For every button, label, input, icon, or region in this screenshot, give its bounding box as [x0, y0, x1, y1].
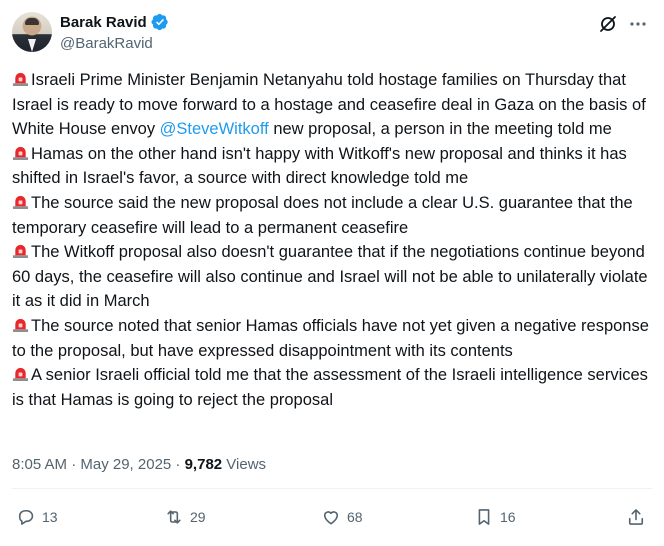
- share-button[interactable]: [626, 505, 646, 529]
- grok-icon[interactable]: [598, 14, 618, 34]
- tweet-paragraph: The source noted that senior Hamas offic…: [12, 314, 652, 363]
- divider: [12, 488, 652, 489]
- tweet-paragraph: A senior Israeli official told me that t…: [12, 363, 652, 412]
- author-name[interactable]: Barak Ravid: [60, 14, 147, 31]
- heart-icon: [323, 511, 339, 525]
- author-handle[interactable]: @BarakRavid: [60, 35, 153, 52]
- siren-icon: [12, 195, 29, 210]
- bookmark-count: 16: [500, 509, 516, 525]
- repost-icon: [167, 510, 181, 524]
- siren-icon: [12, 72, 29, 87]
- like-count: 68: [347, 509, 363, 525]
- tweet-paragraph-text: The source said the new proposal does no…: [12, 193, 633, 237]
- siren-icon: [12, 244, 29, 259]
- tweet-paragraph: The source said the new proposal does no…: [12, 191, 652, 240]
- views-count: 9,782: [184, 456, 223, 473]
- tweet-text: Israeli Prime Minister Benjamin Netanyah…: [12, 68, 652, 412]
- reply-button[interactable]: 13: [16, 505, 58, 529]
- tweet-paragraph-text: A senior Israeli official told me that t…: [12, 366, 648, 409]
- tweet: Barak Ravid @BarakRavid Israeli Prime Mi…: [0, 0, 664, 546]
- tweet-top-actions: [598, 14, 648, 34]
- reply-count: 13: [42, 509, 58, 525]
- more-icon[interactable]: [628, 14, 648, 34]
- author-name-row: Barak Ravid: [60, 12, 169, 32]
- tweet-paragraph: Hamas on the other hand isn't happy with…: [12, 142, 652, 191]
- tweet-paragraph: The Witkoff proposal also doesn't guaran…: [12, 240, 652, 314]
- tweet-actions: 13 29 68 16: [16, 505, 648, 529]
- mention-link[interactable]: @SteveWitkoff: [160, 120, 269, 138]
- bookmark-icon: [478, 509, 490, 525]
- tweet-timestamp[interactable]: 8:05 AM · May 29, 2025 ·: [12, 456, 185, 473]
- tweet-paragraph-text: new proposal, a person in the meeting to…: [268, 120, 612, 139]
- repost-button[interactable]: 29: [164, 505, 206, 529]
- siren-icon: [12, 146, 29, 160]
- siren-icon: [12, 318, 29, 332]
- verified-badge-icon[interactable]: [151, 13, 169, 31]
- bookmark-button[interactable]: 16: [474, 505, 516, 529]
- views-label: Views: [222, 456, 267, 473]
- tweet-paragraph: Israeli Prime Minister Benjamin Netanyah…: [12, 68, 652, 142]
- share-icon: [628, 509, 644, 525]
- tweet-meta: 8:05 AM · May 29, 2025 · 9,782 Views: [12, 456, 266, 473]
- like-button[interactable]: 68: [321, 505, 363, 529]
- tweet-paragraph-text: The source noted that senior Hamas offic…: [12, 316, 649, 360]
- tweet-paragraph-text: The Witkoff proposal also doesn't guaran…: [12, 243, 648, 311]
- tweet-paragraph-text: Hamas on the other hand isn't happy with…: [12, 144, 627, 188]
- siren-icon: [12, 367, 29, 382]
- avatar-hair: [25, 18, 39, 25]
- reply-icon: [18, 509, 34, 525]
- avatar-shirt: [28, 39, 36, 52]
- avatar[interactable]: [12, 12, 52, 52]
- repost-count: 29: [190, 509, 206, 525]
